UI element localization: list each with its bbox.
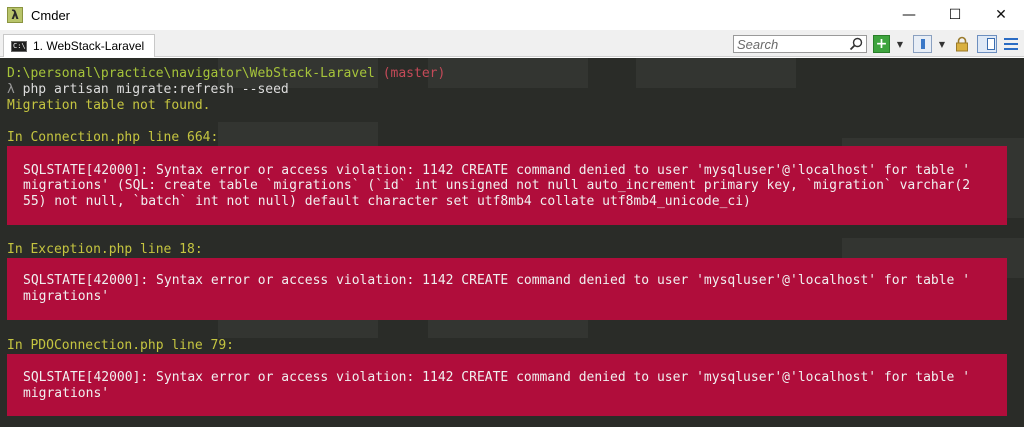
search-box bbox=[733, 35, 867, 53]
tab-label: 1. WebStack-Laravel bbox=[33, 39, 145, 53]
maximize-button[interactable]: ☐ bbox=[932, 0, 978, 30]
close-button[interactable]: ✕ bbox=[978, 0, 1024, 30]
error-block: SQLSTATE[42000]: Syntax error or access … bbox=[7, 146, 1007, 225]
error-line: SQLSTATE[42000]: Syntax error or access … bbox=[23, 163, 971, 178]
tab-webstack-laravel[interactable]: C:\ 1. WebStack-Laravel bbox=[3, 34, 155, 57]
console-icon: C:\ bbox=[11, 40, 27, 52]
prompt-line: D:\personal\practice\navigator\WebStack-… bbox=[7, 66, 445, 82]
new-console-dropdown-icon[interactable]: ▼ bbox=[894, 35, 906, 53]
error-line: SQLSTATE[42000]: Syntax error or access … bbox=[23, 370, 971, 385]
new-console-button[interactable]: + bbox=[873, 35, 890, 53]
error-line: migrations' (SQL: create table `migratio… bbox=[23, 178, 971, 193]
console-output[interactable]: D:\personal\practice\navigator\WebStack-… bbox=[0, 58, 1024, 427]
console-list-dropdown-icon[interactable]: ▼ bbox=[936, 35, 948, 53]
command-text: php artisan migrate:refresh --seed bbox=[22, 82, 289, 97]
error-block: SQLSTATE[42000]: Syntax error or access … bbox=[7, 258, 1007, 320]
lock-icon[interactable] bbox=[954, 35, 970, 53]
command-line: λ php artisan migrate:refresh --seed bbox=[7, 82, 289, 98]
error-line: migrations' bbox=[23, 289, 110, 304]
tab-bar: C:\ 1. WebStack-Laravel + ▼ ▼ bbox=[0, 30, 1024, 57]
prompt-lambda: λ bbox=[7, 82, 15, 97]
prompt-path: D:\personal\practice\navigator\WebStack-… bbox=[7, 66, 375, 81]
error-section-header: In Connection.php line 664: bbox=[7, 130, 219, 145]
error-line: migrations' bbox=[23, 386, 110, 401]
output-line: Migration table not found. bbox=[7, 98, 211, 113]
error-line: SQLSTATE[42000]: Syntax error or access … bbox=[23, 273, 971, 288]
error-line: 55) not null, `batch` int not null) defa… bbox=[23, 194, 751, 209]
active-console-icon[interactable] bbox=[913, 35, 932, 53]
search-input[interactable] bbox=[734, 36, 846, 52]
window-title: Cmder bbox=[31, 7, 71, 23]
title-bar: λ Cmder — ☐ ✕ bbox=[0, 0, 1024, 30]
menu-icon[interactable] bbox=[1002, 35, 1020, 53]
search-icon[interactable] bbox=[849, 37, 863, 51]
error-block: SQLSTATE[42000]: Syntax error or access … bbox=[7, 354, 1007, 416]
git-branch: (master) bbox=[382, 66, 446, 81]
window-controls: — ☐ ✕ bbox=[886, 0, 1024, 30]
cmder-logo-icon: λ bbox=[7, 7, 23, 23]
error-section-header: In PDOConnection.php line 79: bbox=[7, 338, 234, 353]
error-section-header: In Exception.php line 18: bbox=[7, 242, 203, 257]
minimize-button[interactable]: — bbox=[886, 0, 932, 30]
split-view-icon[interactable] bbox=[977, 35, 997, 53]
